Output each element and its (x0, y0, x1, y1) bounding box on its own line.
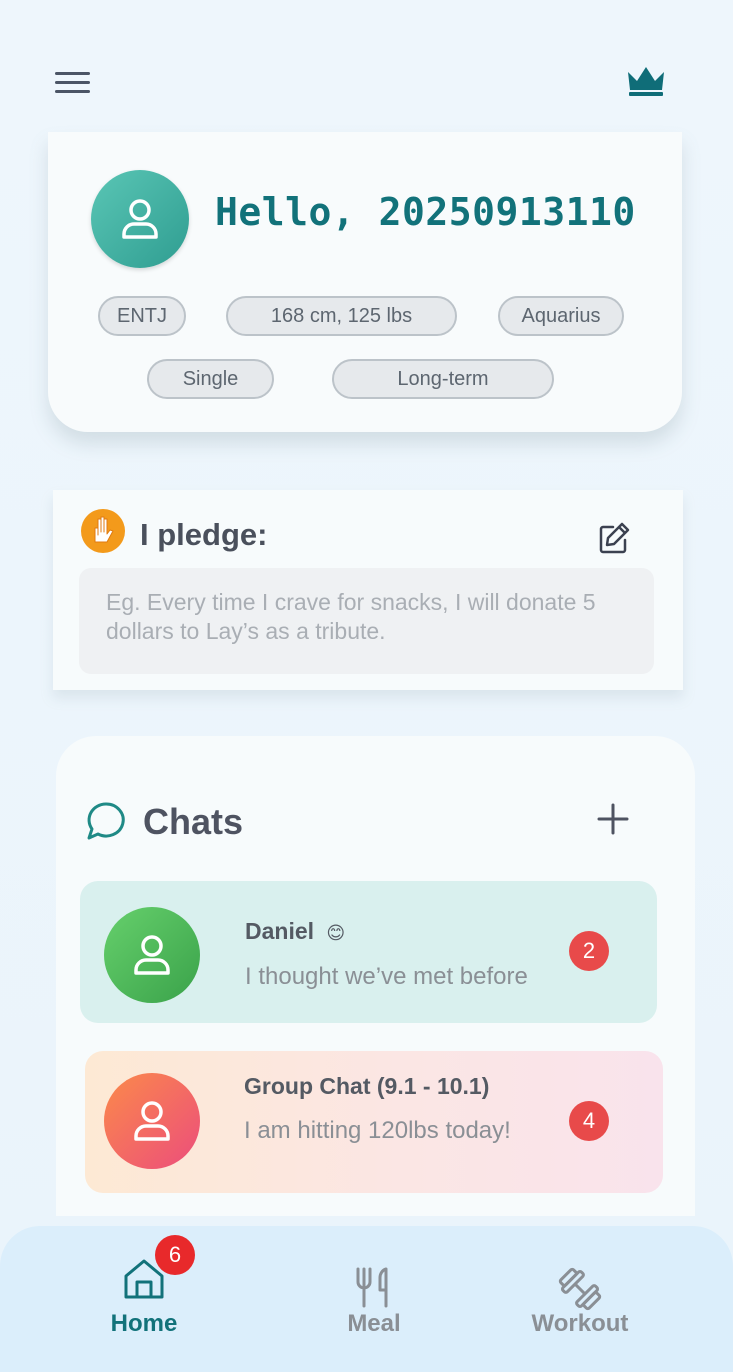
chat-last-message: I am hitting 120lbs today! (244, 1117, 511, 1144)
chat-last-message: I thought we’ve met before (245, 963, 528, 990)
chats-title: Chats (143, 801, 244, 842)
tag-body-stats: 168 cm, 125 lbs (226, 296, 457, 336)
tag-relationship-status: Single (147, 359, 274, 399)
greeting-title: Hello, 20250913110 (215, 190, 636, 234)
avatar (104, 907, 200, 1003)
tag-personality: ENTJ (98, 296, 186, 336)
edit-icon[interactable] (596, 520, 632, 556)
plus-icon[interactable] (594, 800, 632, 838)
dumbbell-icon (558, 1267, 602, 1311)
nav-label: Meal (347, 1310, 401, 1337)
pledge-input[interactable] (79, 568, 654, 674)
tag-zodiac: Aquarius (498, 296, 624, 336)
pledge-title: I pledge: (140, 517, 268, 552)
user-icon (122, 199, 158, 239)
tag-relationship-goal: Long-term (332, 359, 554, 399)
nav-label: Home (110, 1310, 178, 1337)
nav-home[interactable]: Home (74, 1259, 214, 1344)
crown-icon[interactable] (622, 60, 670, 100)
avatar (104, 1073, 200, 1169)
user-icon (134, 1101, 170, 1141)
unread-badge: 2 (569, 931, 609, 971)
smile-emoji: 😊 (326, 923, 346, 943)
user-icon (134, 935, 170, 975)
nav-workout[interactable]: Workout (510, 1260, 650, 1344)
chat-item-group[interactable]: Group Chat (9.1 - 10.1) I am hitting 120… (85, 1051, 663, 1193)
raised-hand-icon (80, 508, 126, 554)
notification-badge: 6 (155, 1235, 195, 1275)
chat-bubble-icon (85, 800, 127, 842)
fork-knife-icon (356, 1267, 388, 1308)
chat-name: Daniel (245, 918, 315, 944)
user-avatar[interactable] (91, 170, 189, 268)
unread-badge: 4 (569, 1101, 609, 1141)
nav-meal[interactable]: Meal (304, 1260, 444, 1344)
chat-name: Group Chat (9.1 - 10.1) (244, 1073, 490, 1099)
hamburger-menu-icon[interactable] (52, 68, 94, 98)
chat-item-daniel[interactable]: Daniel 😊 I thought we’ve met before 2 (80, 881, 657, 1023)
nav-label: Workout (531, 1310, 629, 1337)
